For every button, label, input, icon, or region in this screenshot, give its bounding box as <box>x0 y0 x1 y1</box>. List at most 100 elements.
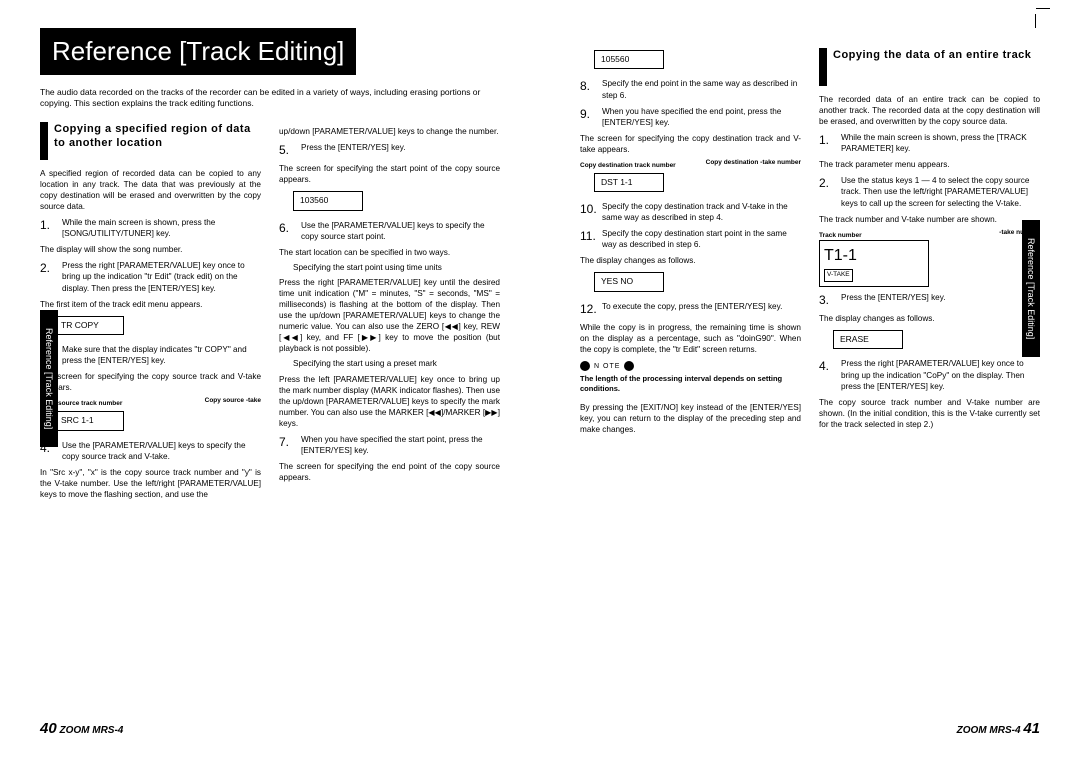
step-text: Press the right [PARAMETER/VALUE] key on… <box>62 260 261 293</box>
step-8: 8. Specify the end point in the same way… <box>580 78 801 100</box>
step-4: 4. Use the [PARAMETER/VALUE] keys to spe… <box>40 440 261 462</box>
step-9: 9. When you have specified the end point… <box>580 106 801 128</box>
section1-intro: A specified region of recorded data can … <box>40 168 261 212</box>
step-text: Specify the end point in the same way as… <box>602 78 801 100</box>
page-num-right: 41 <box>1023 720 1040 737</box>
step5-after: The screen for specifying the start poin… <box>279 163 500 185</box>
display-dst: DST 1-1 <box>594 173 664 192</box>
note-dot-icon <box>624 361 634 371</box>
col-3: 105560 8. Specify the end point in the s… <box>580 48 801 439</box>
footer-model-left: ZOOM MRS-4 <box>59 725 123 736</box>
page-spread: Reference [Track Editing] The audio data… <box>0 0 1080 765</box>
rstep-2: 2. Use the status keys 1 — 4 to select t… <box>819 175 1040 208</box>
step7-after: The screen for specifying the end point … <box>279 461 500 483</box>
spec2-head: Specifying the start using a preset mark <box>293 358 500 369</box>
vtake-display: T1-1 V-TAKE <box>819 240 929 286</box>
intro-text: The audio data recorded on the tracks of… <box>40 87 500 110</box>
step-6: 6. Use the [PARAMETER/VALUE] keys to spe… <box>279 220 500 242</box>
diag3-left: Track number <box>819 232 862 239</box>
right-page: Reference [Track Editing] 105560 8. Spec… <box>540 0 1080 765</box>
step3-after: The screen for specifying the copy sourc… <box>40 371 261 393</box>
section2-title: Copying the data of an entire track <box>833 48 1031 62</box>
step9-after: The screen for specifying the copy desti… <box>580 133 801 155</box>
section1-title: Copying a specified region of data to an… <box>54 122 261 151</box>
crop-mark-icon <box>1036 8 1050 9</box>
vtake-small: V-TAKE <box>824 269 853 282</box>
step2-after: The first item of the track edit menu ap… <box>40 299 261 310</box>
step-num: 9. <box>580 106 598 128</box>
display-105560: 105560 <box>594 50 664 69</box>
rstep-3: 3. Press the [ENTER/YES] key. <box>819 292 1040 308</box>
step-text: To execute the copy, press the [ENTER/YE… <box>602 301 801 317</box>
col-1: Copying a specified region of data to an… <box>40 122 261 504</box>
col-4: Copying the data of an entire track The … <box>819 48 1040 439</box>
step-text: While the main screen is shown, press th… <box>841 132 1040 154</box>
step-11: 11. Specify the copy destination start p… <box>580 228 801 250</box>
left-columns: Copying a specified region of data to an… <box>40 122 500 504</box>
step-2: 2. Press the right [PARAMETER/VALUE] key… <box>40 260 261 293</box>
step-num: 8. <box>580 78 598 100</box>
step-num: 2. <box>819 175 837 208</box>
diag1-right: Copy source -take <box>205 397 261 406</box>
step-text: When you have specified the end point, p… <box>602 106 801 128</box>
step-12: 12. To execute the copy, press the [ENTE… <box>580 301 801 317</box>
step-num: 7. <box>279 434 297 456</box>
step12-after: While the copy is in progress, the remai… <box>580 322 801 355</box>
step-num: 5. <box>279 142 297 158</box>
rstep-1: 1. While the main screen is shown, press… <box>819 132 1040 154</box>
vtake-big: T1-1 <box>824 245 924 267</box>
step-text: Press the right [PARAMETER/VALUE] key on… <box>841 358 1040 391</box>
step-text: Use the [PARAMETER/VALUE] keys to specif… <box>62 440 261 462</box>
side-tab-left: Reference [Track Editing] <box>40 310 58 447</box>
section1-head: Copying a specified region of data to an… <box>40 122 261 160</box>
section2-head: Copying the data of an entire track <box>819 48 1040 86</box>
rstep-4: 4. Press the right [PARAMETER/VALUE] key… <box>819 358 1040 391</box>
display-src: SRC 1-1 <box>54 411 124 430</box>
step4-after: In "Src x-y", "x" is the copy source tra… <box>40 467 261 500</box>
diagram-3: Track number -take number T1-1 V-TAKE <box>819 229 1040 287</box>
page-title: Reference [Track Editing] <box>40 28 356 75</box>
section-bar-icon <box>819 48 827 86</box>
step-1: 1. While the main screen is shown, press… <box>40 217 261 239</box>
rstep2-after: The track number and V-take number are s… <box>819 214 1040 225</box>
step-num: 12. <box>580 301 598 317</box>
diag2-right: Copy destination -take number <box>706 159 801 168</box>
step-num: 2. <box>40 260 58 293</box>
rstep4-after: The copy source track number and V-take … <box>819 397 1040 430</box>
step1-after: The display will show the song number. <box>40 244 261 255</box>
footer-model-right: ZOOM MRS-4 <box>957 725 1021 736</box>
display-erase: ERASE <box>833 330 903 349</box>
spec1-head: Specifying the start point using time un… <box>293 262 500 273</box>
display-yesno: YES NO <box>594 272 664 291</box>
step-num: 6. <box>279 220 297 242</box>
diagram-1: Copy source track number Copy source -ta… <box>40 397 261 434</box>
step-text: While the main screen is shown, press th… <box>62 217 261 239</box>
step6-after: The start location can be specified in t… <box>279 247 500 258</box>
col-2: up/down [PARAMETER/VALUE] keys to change… <box>279 122 500 504</box>
step-text: Use the status keys 1 — 4 to select the … <box>841 175 1040 208</box>
left-page: Reference [Track Editing] The audio data… <box>0 0 540 765</box>
crop-mark-icon <box>1035 14 1036 28</box>
step-num: 1. <box>40 217 58 239</box>
step-num: 4. <box>819 358 837 391</box>
step-text: Press the [ENTER/YES] key. <box>301 142 500 158</box>
step-num: 1. <box>819 132 837 154</box>
spec1-body: Press the right [PARAMETER/VALUE] key un… <box>279 277 500 354</box>
step-text: Specify the copy destination start point… <box>602 228 801 250</box>
step-5: 5. Press the [ENTER/YES] key. <box>279 142 500 158</box>
diagram-2: Copy destination track number Copy desti… <box>580 159 801 196</box>
rstep3-after: The display changes as follows. <box>819 313 1040 324</box>
note-label: N OTE <box>594 362 620 371</box>
section-bar-icon <box>40 122 48 160</box>
step-num: 11. <box>580 228 598 250</box>
display-trcopy: TR COPY <box>54 316 124 335</box>
display-trcopy-wrap: TR COPY <box>54 314 261 339</box>
step11-after: The display changes as follows. <box>580 255 801 266</box>
side-tab-right: Reference [Track Editing] <box>1022 220 1040 357</box>
display-103560: 103560 <box>293 191 363 210</box>
note-text: The length of the processing interval de… <box>580 374 801 394</box>
page-num-left: 40 <box>40 720 57 737</box>
step-text: Make sure that the display indicates "tr… <box>62 344 261 366</box>
rstep1-after: The track parameter menu appears. <box>819 159 1040 170</box>
step-num: 3. <box>819 292 837 308</box>
